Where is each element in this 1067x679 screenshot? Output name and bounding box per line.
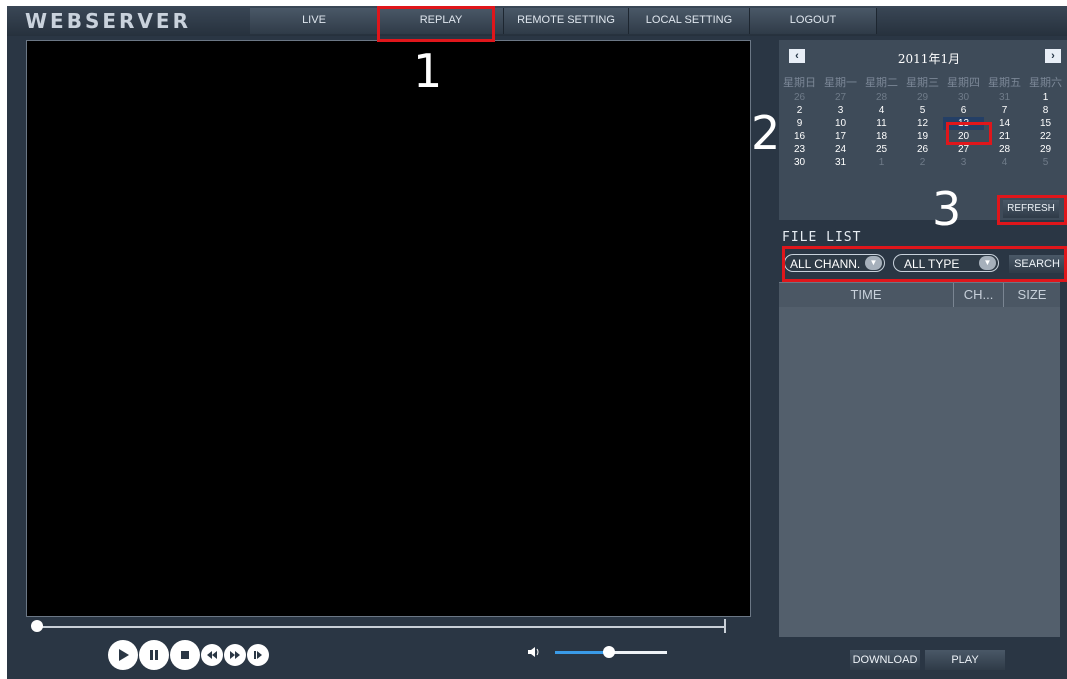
calendar-day[interactable]: 17: [820, 130, 861, 143]
chevron-down-icon: ▼: [865, 256, 882, 270]
seek-bar-end: [724, 619, 726, 633]
calendar-day[interactable]: 15: [1025, 117, 1066, 130]
fast-forward-icon[interactable]: [224, 644, 246, 666]
column-channel[interactable]: CH...: [954, 283, 1004, 307]
calendar-day[interactable]: 4: [984, 156, 1025, 169]
calendar-day[interactable]: 28: [861, 91, 902, 104]
nav-replay[interactable]: REPLAY: [379, 8, 504, 34]
weekday-label: 星期六: [1029, 77, 1062, 89]
annotation-number: 2: [751, 106, 781, 160]
calendar-day[interactable]: 14: [984, 117, 1025, 130]
stop-icon[interactable]: [170, 640, 200, 670]
file-table-header: TIME CH... SIZE: [779, 283, 1060, 307]
type-select-value: ALL TYPE: [904, 257, 960, 271]
calendar-weekdays: 星期日 星期一 星期二 星期三 星期四 星期五 星期六: [779, 76, 1067, 90]
calendar-month-title: 2011年1月: [897, 52, 961, 66]
download-button[interactable]: DOWNLOAD: [850, 650, 920, 670]
refresh-button[interactable]: REFRESH: [1003, 200, 1059, 218]
webserver-app: WEBSERVER LIVE REPLAY REMOTE SETTING LOC…: [7, 6, 1067, 679]
calendar-day[interactable]: 26: [779, 91, 820, 104]
calendar-day[interactable]: 27: [943, 143, 984, 156]
calendar-day[interactable]: 2: [902, 156, 943, 169]
top-bar: WEBSERVER LIVE REPLAY REMOTE SETTING LOC…: [7, 6, 1067, 36]
calendar-day[interactable]: 18: [861, 130, 902, 143]
column-size[interactable]: SIZE: [1004, 283, 1060, 307]
calendar-day[interactable]: 6: [943, 104, 984, 117]
calendar: ‹ 2011年1月 › 星期日 星期一 星期二 星期三 星期四 星期五 星期六 …: [779, 40, 1067, 220]
calendar-days: 26 27 28 29 30 31 1 2 3 4 5 6 7 8 9 10 11 12 13 14 15 16 17 18 1…: [779, 91, 1067, 169]
channel-select[interactable]: ALL CHANN. ▼: [784, 254, 885, 272]
calendar-day[interactable]: 23: [779, 143, 820, 156]
file-list-title: FILE LIST: [782, 230, 862, 245]
seek-bar[interactable]: [37, 626, 726, 628]
calendar-day[interactable]: 8: [1025, 104, 1066, 117]
calendar-day[interactable]: 7: [984, 104, 1025, 117]
seek-handle[interactable]: [31, 620, 43, 632]
calendar-day[interactable]: 2: [779, 104, 820, 117]
calendar-day[interactable]: 22: [1025, 130, 1066, 143]
pause-icon[interactable]: [139, 640, 169, 670]
search-button[interactable]: SEARCH: [1009, 255, 1065, 273]
calendar-day[interactable]: 31: [984, 91, 1025, 104]
calendar-day[interactable]: 1: [861, 156, 902, 169]
step-frame-icon[interactable]: [247, 644, 269, 666]
type-select[interactable]: ALL TYPE ▼: [893, 254, 999, 272]
calendar-day[interactable]: 28: [984, 143, 1025, 156]
chevron-left-icon[interactable]: ‹: [789, 49, 805, 63]
calendar-day[interactable]: 25: [861, 143, 902, 156]
column-time[interactable]: TIME: [779, 283, 954, 307]
calendar-day[interactable]: 3: [820, 104, 861, 117]
calendar-day[interactable]: 24: [820, 143, 861, 156]
main-nav: LIVE REPLAY REMOTE SETTING LOCAL SETTING…: [250, 8, 877, 34]
play-button[interactable]: PLAY: [925, 650, 1005, 670]
weekday-label: 星期日: [783, 77, 816, 89]
nav-remote-setting[interactable]: REMOTE SETTING: [504, 8, 629, 34]
speaker-icon[interactable]: [527, 646, 541, 661]
calendar-day[interactable]: 27: [820, 91, 861, 104]
video-player[interactable]: [26, 40, 751, 617]
calendar-day[interactable]: 12: [902, 117, 943, 130]
calendar-day[interactable]: 3: [943, 156, 984, 169]
logo: WEBSERVER: [25, 9, 191, 33]
channel-select-value: ALL CHANN.: [790, 257, 861, 271]
nav-logout[interactable]: LOGOUT: [750, 8, 877, 34]
calendar-day[interactable]: 31: [820, 156, 861, 169]
calendar-day[interactable]: 1: [1025, 91, 1066, 104]
annotation-number: 1: [413, 44, 443, 98]
file-list-scrollbar[interactable]: [1060, 282, 1067, 636]
nav-live[interactable]: LIVE: [250, 8, 379, 34]
calendar-day[interactable]: 16: [779, 130, 820, 143]
calendar-day[interactable]: 20: [943, 130, 984, 143]
volume-track[interactable]: [609, 651, 667, 654]
calendar-day[interactable]: 21: [984, 130, 1025, 143]
calendar-day[interactable]: 10: [820, 117, 861, 130]
calendar-day[interactable]: 9: [779, 117, 820, 130]
nav-local-setting[interactable]: LOCAL SETTING: [629, 8, 750, 34]
file-table: TIME CH... SIZE: [779, 282, 1060, 637]
annotation-number: 3: [932, 182, 962, 236]
weekday-label: 星期二: [865, 77, 898, 89]
calendar-day[interactable]: 11: [861, 117, 902, 130]
calendar-day[interactable]: 30: [943, 91, 984, 104]
calendar-day[interactable]: 26: [902, 143, 943, 156]
calendar-day[interactable]: 29: [902, 91, 943, 104]
rewind-icon[interactable]: [201, 644, 223, 666]
chevron-down-icon: ▼: [979, 256, 996, 270]
calendar-day-selected[interactable]: 13: [943, 117, 984, 130]
weekday-label: 星期一: [824, 77, 857, 89]
calendar-day[interactable]: 5: [1025, 156, 1066, 169]
weekday-label: 星期五: [988, 77, 1021, 89]
calendar-day[interactable]: 29: [1025, 143, 1066, 156]
volume-level[interactable]: [555, 651, 609, 654]
calendar-day[interactable]: 5: [902, 104, 943, 117]
calendar-day[interactable]: 4: [861, 104, 902, 117]
volume-handle[interactable]: [603, 646, 615, 658]
playback-controls: [108, 640, 269, 670]
play-icon[interactable]: [108, 640, 138, 670]
calendar-day[interactable]: 30: [779, 156, 820, 169]
weekday-label: 星期三: [906, 77, 939, 89]
chevron-right-icon[interactable]: ›: [1045, 49, 1061, 63]
weekday-label: 星期四: [947, 77, 980, 89]
calendar-day[interactable]: 19: [902, 130, 943, 143]
